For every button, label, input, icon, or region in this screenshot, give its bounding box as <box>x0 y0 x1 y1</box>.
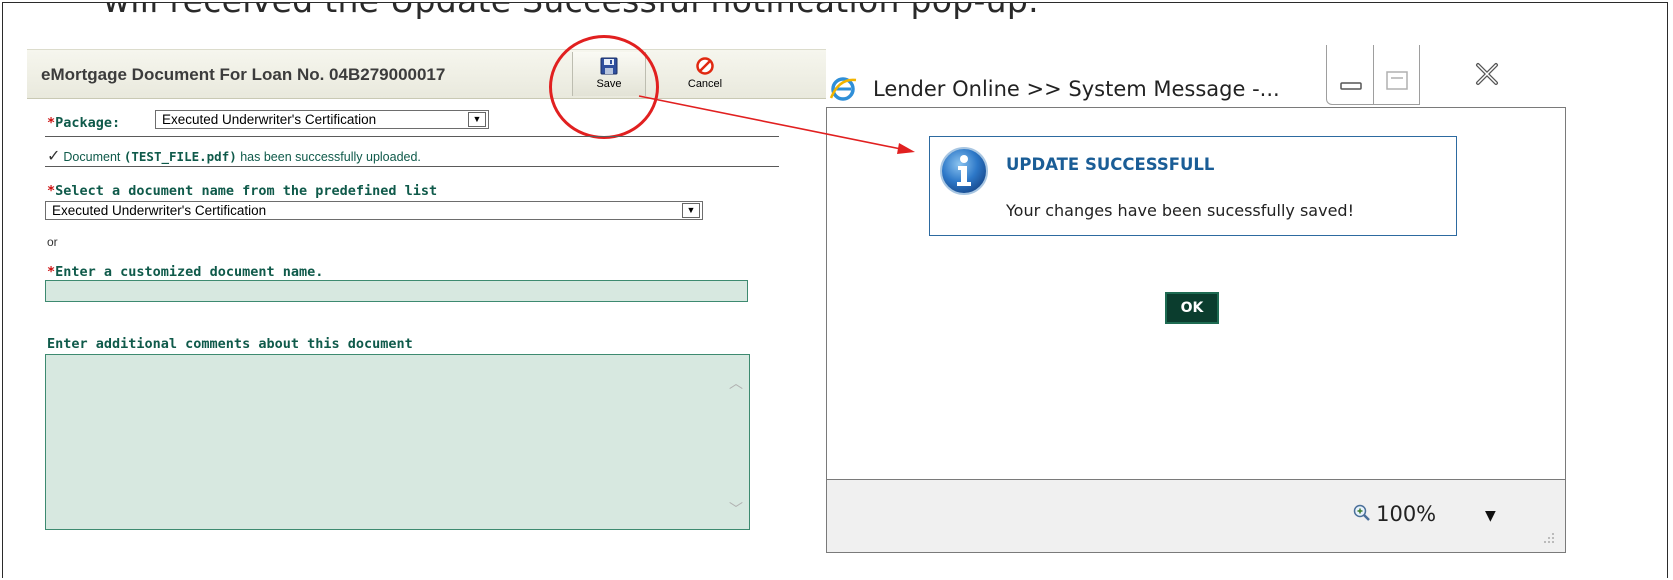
cancel-button[interactable]: Cancel <box>669 52 741 96</box>
comments-label: Enter additional comments about this doc… <box>47 336 413 352</box>
magnifier-plus-icon <box>1353 504 1370 521</box>
popup-titlebar: Lender Online >> System Message -... <box>826 33 1566 107</box>
upload-prefix: Document <box>63 150 124 164</box>
custom-name-label-row: *Enter a customized document name. <box>47 261 323 280</box>
checkmark-icon: ✓ <box>47 148 61 165</box>
popup-body: UPDATE SUCCESSFULL Your changes have bee… <box>826 107 1566 479</box>
divider <box>45 166 779 167</box>
internet-explorer-icon <box>829 77 857 101</box>
form-header: eMortgage Document For Loan No. 04B27900… <box>27 49 857 99</box>
zoom-level: 100% <box>1376 502 1437 526</box>
package-select-value: Executed Underwriter's Certification <box>162 112 377 127</box>
resize-grip-icon[interactable] <box>1541 530 1555 544</box>
system-message-popup: Lender Online >> System Message -... UPD… <box>826 33 1566 553</box>
document-name-select-value: Executed Underwriter's Certification <box>52 203 267 218</box>
popup-title: Lender Online >> System Message -... <box>873 77 1280 101</box>
comments-label-row: Enter additional comments about this doc… <box>47 333 413 352</box>
maximize-icon <box>1386 71 1408 90</box>
custom-name-label: Enter a customized document name. <box>55 264 324 280</box>
document-caption: will received the Update Successful noti… <box>103 3 1039 20</box>
chevron-down-icon: ▼ <box>682 203 700 218</box>
info-icon <box>940 147 988 195</box>
or-text: or <box>47 235 58 249</box>
save-highlight-circle <box>549 35 659 139</box>
comments-textarea[interactable]: ︿ ﹀ <box>45 354 750 530</box>
message-title: UPDATE SUCCESSFULL <box>1006 155 1215 174</box>
form-title: eMortgage Document For Loan No. 04B27900… <box>41 65 446 84</box>
ok-button[interactable]: OK <box>1165 292 1219 324</box>
doc-select-label-row: *Select a document name from the predefi… <box>47 180 437 199</box>
upload-suffix: has been successfully uploaded. <box>236 150 421 164</box>
minimize-icon <box>1340 82 1362 90</box>
upload-filename: (TEST_FILE.pdf) <box>123 149 237 164</box>
package-label: Package: <box>55 115 121 131</box>
message-box: UPDATE SUCCESSFULL Your changes have bee… <box>929 136 1457 236</box>
package-select[interactable]: Executed Underwriter's Certification ▼ <box>155 110 489 129</box>
zoom-control[interactable]: 100% ▼ <box>1353 502 1496 526</box>
cancel-button-label: Cancel <box>687 78 723 90</box>
custom-name-required-mark: * <box>47 264 56 280</box>
message-text: Your changes have been sucessfully saved… <box>1006 201 1354 220</box>
package-row: *Package: <box>47 112 120 131</box>
close-button[interactable] <box>1420 45 1566 105</box>
chevron-down-icon[interactable]: ▼ <box>1485 508 1496 524</box>
package-required-mark: * <box>47 115 56 131</box>
doc-select-required-mark: * <box>47 183 56 199</box>
popup-status-bar: 100% ▼ <box>826 479 1566 553</box>
emortgage-form: eMortgage Document For Loan No. 04B27900… <box>27 35 857 578</box>
minimize-button[interactable] <box>1326 45 1374 105</box>
scroll-down-icon[interactable]: ﹀ <box>729 499 743 518</box>
divider <box>45 136 779 137</box>
maximize-button[interactable] <box>1374 45 1420 105</box>
close-icon <box>1476 63 1498 85</box>
chevron-down-icon: ▼ <box>468 112 486 127</box>
scroll-up-icon[interactable]: ︿ <box>729 373 743 392</box>
document-name-select[interactable]: Executed Underwriter's Certification ▼ <box>45 201 703 220</box>
screenshot-frame: will received the Update Successful noti… <box>2 2 1668 578</box>
no-entry-icon <box>696 57 714 75</box>
doc-select-label: Select a document name from the predefin… <box>55 183 438 199</box>
custom-document-name-input[interactable] <box>45 280 748 302</box>
upload-success-message: ✓ Document (TEST_FILE.pdf) has been succe… <box>47 146 421 166</box>
